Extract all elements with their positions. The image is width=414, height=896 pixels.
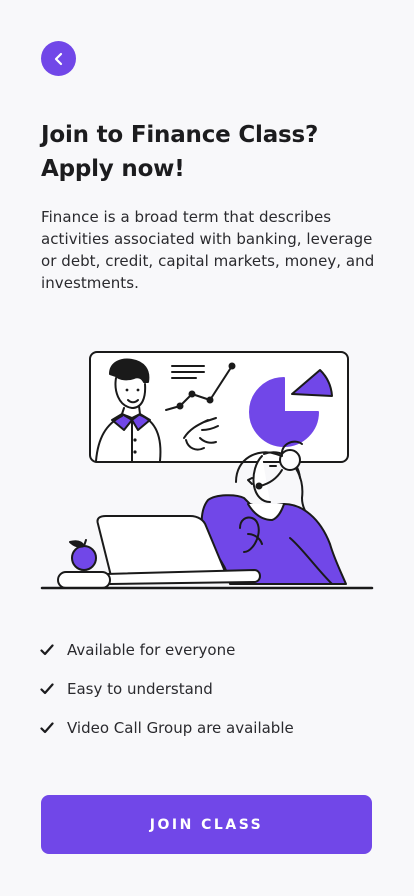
title-line-2: Apply now! — [41, 156, 185, 182]
feature-item: Easy to understand — [40, 669, 294, 708]
feature-item: Video Call Group are available — [40, 708, 294, 747]
class-description: Finance is a broad term that describes a… — [41, 208, 375, 292]
title-line-1: Join to Finance Class? — [41, 122, 319, 148]
back-button[interactable] — [41, 41, 76, 76]
video-call-illustration — [40, 351, 374, 590]
checkmark-icon — [40, 681, 56, 697]
feature-label: Video Call Group are available — [67, 718, 294, 737]
page-title: Join to Finance Class? Apply now! — [41, 118, 381, 186]
feature-label: Easy to understand — [67, 679, 213, 698]
feature-item: Available for everyone — [40, 630, 294, 669]
feature-label: Available for everyone — [67, 640, 236, 659]
join-class-button[interactable]: JOIN CLASS — [41, 795, 372, 854]
apple-bowl — [57, 539, 111, 589]
checkmark-icon — [40, 720, 56, 736]
features-list: Available for everyone Easy to understan… — [40, 630, 294, 747]
checkmark-icon — [40, 642, 56, 658]
chevron-left-icon — [54, 52, 62, 65]
